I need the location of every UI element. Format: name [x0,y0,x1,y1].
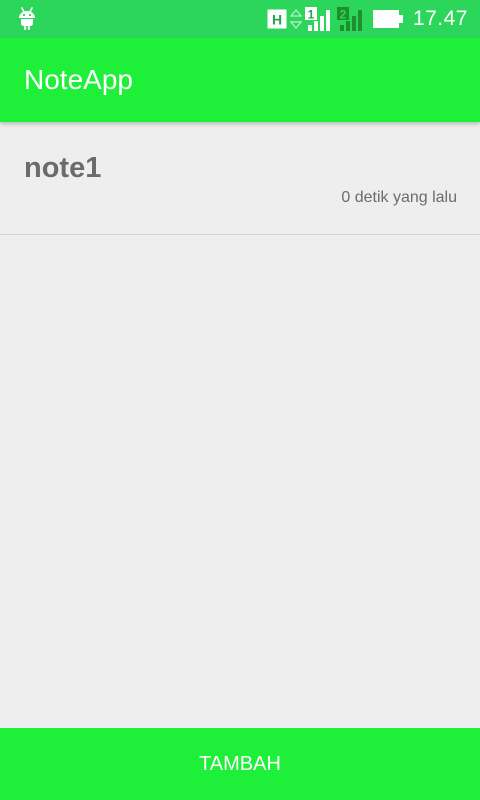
sim1-label: 1 [308,8,315,22]
note-title: note1 [24,152,102,184]
battery-icon [373,10,403,28]
app-title: NoteApp [24,64,133,95]
network-type-label: H [272,12,282,28]
add-note-button[interactable]: TAMBAH [0,728,480,800]
data-arrows-icon [290,9,302,29]
hsdpa-icon: H [267,9,287,29]
note-timestamp: 0 detik yang lalu [341,189,457,206]
status-clock: 17.47 [412,7,468,30]
app-bar: NoteApp [0,38,480,122]
sim2-signal-icon: 2 [337,7,362,31]
note-list-item[interactable]: note1 0 detik yang lalu [0,122,480,235]
android-debug-icon [19,7,35,30]
status-bar: H 1 2 17.47 [0,0,480,38]
note-list: note1 0 detik yang lalu [0,122,480,728]
sim1-signal-icon: 1 [305,7,330,31]
sim2-label: 2 [340,8,347,22]
